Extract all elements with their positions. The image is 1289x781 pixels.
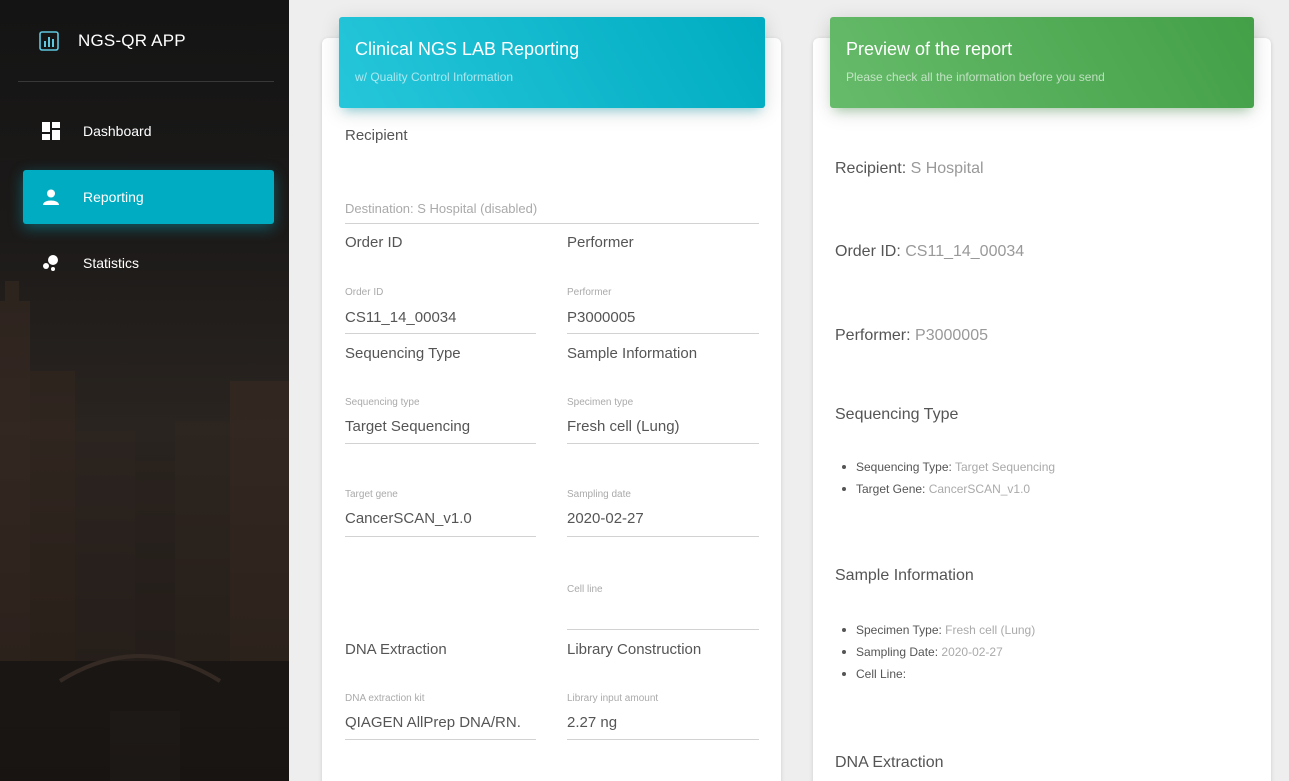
recipient-heading: Recipient [345,127,408,144]
form-card-header: Clinical NGS LAB Reporting w/ Quality Co… [339,17,765,108]
list-item: Cell Line: [842,663,1035,685]
preview-sample-heading: Sample Information [835,567,974,584]
destination-underline [345,223,759,224]
library-input-field[interactable]: 2.27 ng [567,714,617,731]
form-card-title: Clinical NGS LAB Reporting [355,39,580,59]
order-heading: Order ID [345,234,403,251]
sidebar-item-label: Reporting [83,189,144,205]
preview-card-header: Preview of the report Please check all t… [830,17,1254,108]
preview-order-value: CS11_14_00034 [905,243,1025,260]
preview-card-title: Preview of the report [846,39,1013,59]
order-id-underline [345,333,536,334]
preview-order-label: Order ID: [835,243,901,260]
dna-kit-field[interactable]: QIAGEN AllPrep DNA/RN. [345,714,536,731]
cell-line-underline [567,629,759,630]
form-card-subtitle: w/ Quality Control Information [355,70,514,84]
reporting-form-card [322,38,781,781]
sidebar-item-dashboard[interactable]: Dashboard [23,104,274,158]
bar-chart-icon [38,30,60,52]
specimen-type-field[interactable]: Fresh cell (Lung) [567,418,680,435]
sequencing-type-underline [345,443,536,444]
sampling-date-field[interactable]: 2020-02-27 [567,510,644,527]
target-gene-field[interactable]: CancerSCAN_v1.0 [345,510,472,527]
performer-field[interactable]: P3000005 [567,309,635,326]
preview-sequencing-heading: Sequencing Type [835,406,959,423]
preview-order-id: Order ID: CS11_14_00034 [835,243,1024,261]
preview-performer: Performer: P3000005 [835,327,988,345]
performer-label: Performer [567,287,612,298]
dashboard-icon [41,121,61,141]
brand[interactable]: NGS-QR APP [18,0,274,82]
sequencing-type-label: Sequencing type [345,397,420,408]
sidebar-item-label: Dashboard [83,123,152,139]
dna-kit-label: DNA extraction kit [345,693,425,704]
list-item: Target Gene: CancerSCAN_v1.0 [842,478,1055,500]
sidebar-item-label: Statistics [83,255,140,271]
sequencing-type-field[interactable]: Target Sequencing [345,418,470,435]
library-input-underline [567,739,759,740]
sampling-date-label: Sampling date [567,489,631,500]
preview-recipient-label: Recipient: [835,160,907,177]
sidebar-nav: Dashboard Reporting Statistics [23,104,274,302]
library-input-label: Library input amount [567,693,659,704]
performer-heading: Performer [567,234,634,251]
preview-dna-heading: DNA Extraction [835,754,944,771]
library-construction-heading: Library Construction [567,641,702,658]
preview-performer-label: Performer: [835,327,911,344]
cell-line-label: Cell line [567,584,603,595]
sidebar-background-image [0,281,289,781]
dna-extraction-heading: DNA Extraction [345,641,447,658]
destination-field: Destination: S Hospital (disabled) [345,201,538,216]
target-gene-underline [345,536,536,537]
order-id-field[interactable]: CS11_14_00034 [345,309,457,326]
preview-performer-value: P3000005 [915,327,988,344]
sample-heading: Sample Information [567,345,698,362]
sidebar: NGS-QR APP Dashboard Reporting Statistic… [0,0,289,781]
preview-recipient: Recipient: S Hospital [835,160,984,178]
specimen-type-underline [567,443,759,444]
target-gene-label: Target gene [345,489,398,500]
preview-recipient-value: S Hospital [910,160,984,177]
sampling-date-underline [567,536,759,537]
bubble-chart-icon [41,253,61,273]
dna-kit-underline [345,739,536,740]
preview-sequencing-list: Sequencing Type: Target Sequencing Targe… [842,456,1055,500]
preview-sample-list: Specimen Type: Fresh cell (Lung) Samplin… [842,619,1035,685]
specimen-type-label: Specimen type [567,397,634,408]
list-item: Sequencing Type: Target Sequencing [842,456,1055,478]
order-id-label: Order ID [345,287,384,298]
sequencing-heading: Sequencing Type [345,345,461,362]
list-item: Specimen Type: Fresh cell (Lung) [842,619,1035,641]
sidebar-item-reporting[interactable]: Reporting [23,170,274,224]
app-name: NGS-QR APP [78,30,186,50]
performer-underline [567,333,759,334]
person-icon [41,187,61,207]
list-item: Sampling Date: 2020-02-27 [842,641,1035,663]
sidebar-item-statistics[interactable]: Statistics [23,236,274,290]
preview-card-subtitle: Please check all the information before … [846,70,1105,84]
